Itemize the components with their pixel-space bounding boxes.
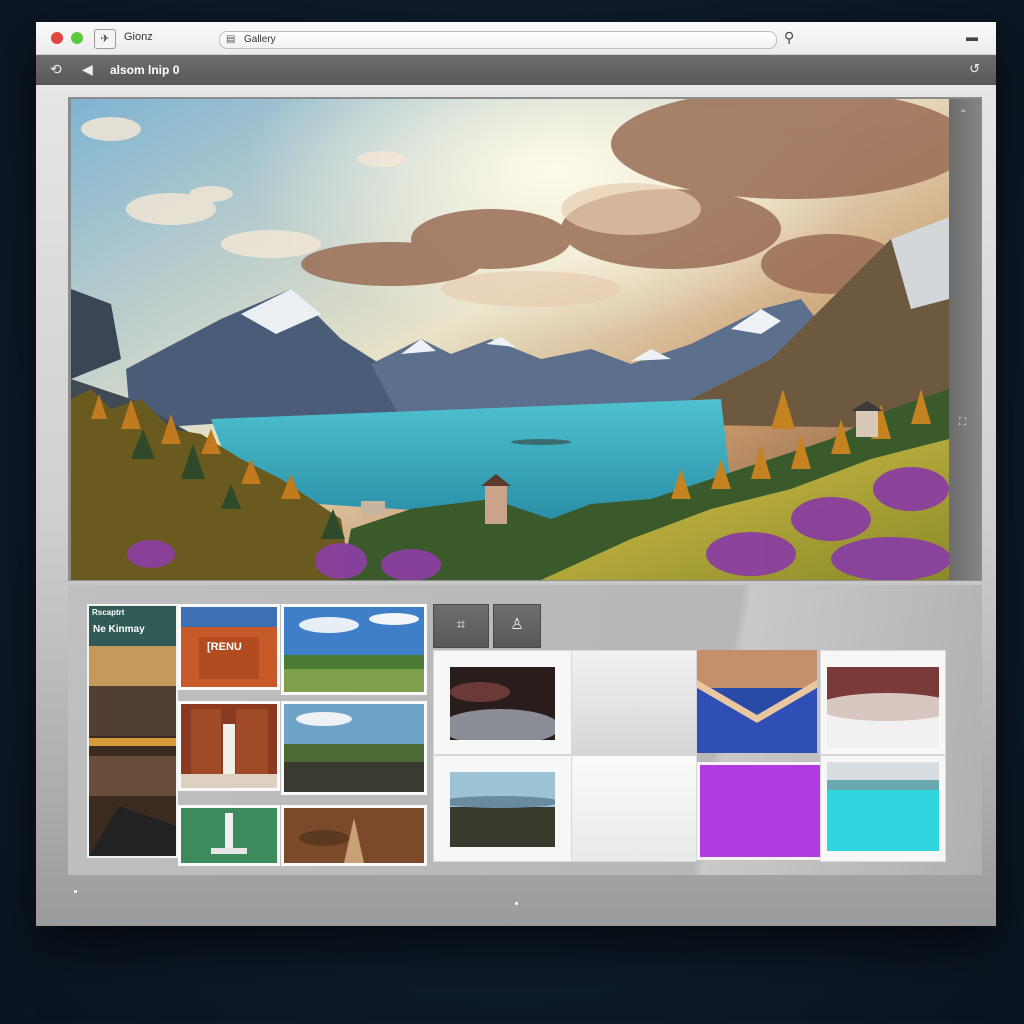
- gallery-card-blank[interactable]: [571, 755, 697, 862]
- column-photo: [89, 646, 176, 856]
- breadcrumb[interactable]: alsom lnip 0: [110, 63, 179, 77]
- thumbnail-column-small-label: Rscaptrt: [92, 608, 125, 617]
- main-photo-viewer[interactable]: [71, 99, 949, 580]
- thumbnail-image: [284, 607, 424, 692]
- card-image: [450, 772, 555, 847]
- thumbnail-image: [181, 704, 277, 788]
- back-arrow-icon[interactable]: ⟲: [50, 61, 62, 78]
- toolbar: ⟲ ◀ alsom lnip 0 ↺: [36, 55, 996, 85]
- search-icon[interactable]: ⚲: [784, 29, 794, 46]
- title-bar: ✈ Gionz ▤ Gallery ⚲ ▬: [36, 22, 996, 55]
- card-image: [827, 762, 939, 851]
- thumbnail-valley-road[interactable]: [281, 701, 427, 795]
- thumbnail-label: [RENU: [207, 641, 242, 653]
- thumbnail-column[interactable]: Rscaptrt Ne Kinmay: [87, 604, 178, 858]
- breadcrumb-marker: 0: [172, 63, 180, 77]
- window-title: Gionz: [124, 31, 153, 43]
- close-window-button[interactable]: [51, 32, 63, 44]
- landscape-photo: [71, 99, 949, 580]
- crop-tool-button[interactable]: ⌗: [433, 604, 489, 648]
- menu-icon[interactable]: ▬: [966, 30, 978, 44]
- status-dot: [515, 902, 518, 905]
- gallery-card[interactable]: [820, 755, 946, 862]
- person-tool-button[interactable]: ♙: [493, 604, 541, 648]
- forward-arrow-icon[interactable]: ◀: [82, 61, 93, 78]
- refresh-icon[interactable]: ↺: [969, 61, 980, 77]
- card-image: [827, 667, 939, 748]
- thumbnail-image: [181, 808, 277, 863]
- address-bar[interactable]: ▤ Gallery: [219, 31, 777, 49]
- thumbnail-brick-building[interactable]: [178, 701, 280, 791]
- gallery-card[interactable]: [433, 755, 572, 862]
- card-image: [450, 667, 555, 740]
- app-icon: ✈: [94, 29, 116, 49]
- thumbnail-image: [284, 704, 424, 792]
- address-text: Gallery: [244, 34, 276, 45]
- thumbnail-column-title: Ne Kinmay: [93, 624, 145, 635]
- gallery-card-blank[interactable]: [571, 650, 697, 755]
- maximize-window-button[interactable]: [71, 32, 83, 44]
- breadcrumb-label: alsom lnip: [110, 63, 170, 77]
- viewer-side-strip: ⌃ ⛶: [949, 99, 981, 580]
- status-dot: [74, 890, 77, 893]
- crop-tool-icon: ⌗: [456, 616, 466, 633]
- expand-icon[interactable]: ⛶: [959, 417, 966, 428]
- thumbnail-desert-road[interactable]: [281, 805, 427, 866]
- chevron-up-icon[interactable]: ⌃: [959, 109, 967, 120]
- gallery-card-purple[interactable]: [697, 762, 823, 860]
- card-image: [697, 650, 817, 753]
- gallery-card[interactable]: [820, 650, 946, 755]
- thumbnail-column-header: Rscaptrt Ne Kinmay: [89, 606, 176, 646]
- gallery-card[interactable]: [433, 650, 572, 755]
- thumbnail-green-tower[interactable]: [178, 805, 280, 866]
- thumbnail-image: [284, 808, 424, 863]
- thumbnail-sky-field[interactable]: [281, 604, 427, 695]
- thumbnail-red-banner[interactable]: [RENU: [178, 604, 280, 690]
- person-icon: ♙: [510, 616, 524, 633]
- page-icon: ▤: [226, 34, 236, 45]
- gallery-card[interactable]: [697, 650, 817, 753]
